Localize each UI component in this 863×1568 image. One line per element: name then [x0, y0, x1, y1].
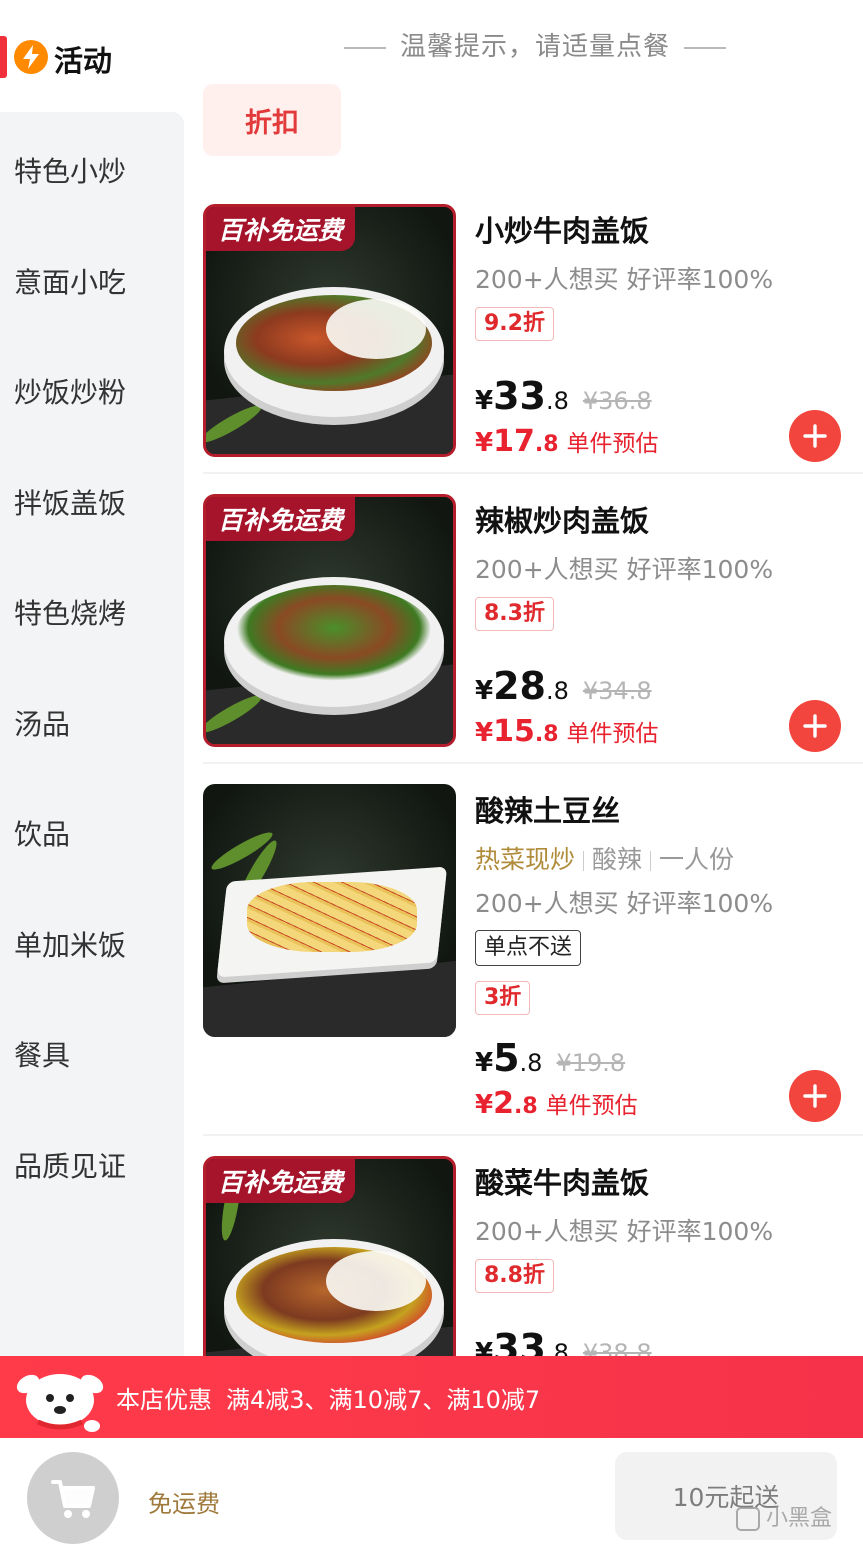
sidebar-item-rice-bowls[interactable]: 拌饭盖饭 [14, 482, 126, 522]
product-image: 百补免运费 [203, 1156, 456, 1356]
store-promo-bar[interactable]: 本店优惠 满4减3、满10减7、满10减7 [0, 1356, 863, 1438]
original-price: ¥36.8 [582, 387, 652, 415]
original-price: ¥34.8 [582, 677, 652, 705]
sidebar-item-special-stirfry[interactable]: 特色小炒 [14, 150, 126, 190]
product-attributes: 热菜现炒 酸辣 一人份 [475, 840, 734, 876]
product-card[interactable]: 百补免运费 小炒牛肉盖饭 200+人想买 好评率100% 9.2折 ¥33.8 ¥… [203, 204, 863, 474]
product-price: ¥33.8 ¥38.8 [475, 1326, 652, 1356]
plus-icon [803, 1084, 827, 1108]
sidebar-item-extra-rice[interactable]: 单加米饭 [14, 924, 126, 964]
attr-hot: 热菜现炒 [475, 845, 576, 874]
cart-button[interactable] [27, 1452, 119, 1544]
subsidy-badge: 百补免运费 [206, 207, 356, 251]
product-name: 酸辣土豆丝 [475, 794, 621, 828]
no-single-order-tag: 单点不送 [475, 930, 582, 966]
product-name: 酸菜牛肉盖饭 [475, 1166, 650, 1200]
product-image: 百补免运费 [203, 204, 456, 457]
divider [344, 46, 386, 49]
category-sidebar: 活动 特色小炒 意面小吃 炒饭炒粉 拌饭盖饭 特色烧烤 汤品 饮品 单加米饭 餐… [0, 0, 184, 1360]
attr-size: 一人份 [659, 845, 735, 874]
sidebar-item-label: 活动 [54, 44, 113, 78]
sidebar-item-tableware[interactable]: 餐具 [14, 1034, 70, 1074]
product-price: ¥5.8 ¥19.8 [475, 1036, 626, 1080]
discount-tag: 9.2折 [475, 307, 554, 341]
product-image: 百补免运费 [203, 494, 456, 747]
sidebar-item-activity[interactable]: 活动 [0, 0, 184, 112]
estimated-price: ¥15.8 单件预估 [475, 714, 659, 749]
activity-icon [14, 40, 48, 74]
sidebar-item-drinks[interactable]: 饮品 [14, 813, 70, 853]
attr-taste: 酸辣 [592, 845, 643, 874]
add-to-cart-button[interactable] [789, 700, 841, 752]
sidebar-item-pasta-snacks[interactable]: 意面小吃 [14, 261, 126, 301]
subsidy-badge: 百补免运费 [206, 497, 356, 541]
product-stats: 200+人想买 好评率100% [475, 555, 774, 584]
product-card[interactable]: 百补免运费 辣椒炒肉盖饭 200+人想买 好评率100% 8.3折 ¥28.8 ¥… [203, 494, 863, 764]
subsidy-badge: 百补免运费 [206, 1159, 356, 1203]
product-card[interactable]: 百补免运费 酸菜牛肉盖饭 200+人想买 好评率100% 8.8折 ¥33.8 ¥… [203, 1156, 863, 1356]
product-card[interactable]: 酸辣土豆丝 热菜现炒 酸辣 一人份 200+人想买 好评率100% 单点不送 3折 … [203, 784, 863, 1136]
original-price: ¥19.8 [556, 1049, 626, 1077]
product-price: ¥33.8 ¥36.8 [475, 374, 652, 418]
plus-icon [803, 714, 827, 738]
product-image [203, 784, 456, 1037]
sidebar-item-bbq[interactable]: 特色烧烤 [14, 592, 126, 632]
plus-icon [803, 424, 827, 448]
product-stats: 200+人想买 好评率100% [475, 1217, 774, 1246]
promo-text: 本店优惠 满4减3、满10减7、满10减7 [116, 1380, 540, 1415]
product-stats: 200+人想买 好评率100% [475, 889, 774, 918]
promo-label: 本店优惠 [116, 1386, 212, 1414]
product-name: 小炒牛肉盖饭 [475, 214, 650, 248]
discount-tag: 8.3折 [475, 597, 554, 631]
cart-icon [51, 1480, 95, 1518]
watermark: 小黑盒 [736, 1500, 832, 1532]
original-price: ¥38.8 [582, 1339, 652, 1356]
checkout-bar: 免运费 10元起送 小黑盒 [0, 1438, 863, 1568]
product-price: ¥28.8 ¥34.8 [475, 664, 652, 708]
mascot-icon [14, 1366, 106, 1436]
add-to-cart-button[interactable] [789, 410, 841, 462]
filter-tag-label: 折扣 [245, 107, 299, 139]
divider [684, 46, 727, 49]
estimated-price: ¥17.8 单件预估 [475, 424, 659, 459]
add-to-cart-button[interactable] [789, 1070, 841, 1122]
active-indicator [0, 36, 7, 78]
promo-offers: 满4减3、满10减7、满10减7 [226, 1386, 541, 1414]
filter-tag-discount[interactable]: 折扣 [203, 84, 341, 156]
sidebar-item-fried-rice[interactable]: 炒饭炒粉 [14, 371, 126, 411]
free-shipping-label: 免运费 [148, 1490, 220, 1518]
sidebar-item-soup[interactable]: 汤品 [14, 703, 70, 743]
sidebar-item-quality[interactable]: 品质见证 [14, 1145, 126, 1185]
product-stats: 200+人想买 好评率100% [475, 265, 774, 294]
estimated-price: ¥2.8 单件预估 [475, 1086, 638, 1121]
sidebar-list: 特色小炒 意面小吃 炒饭炒粉 拌饭盖饭 特色烧烤 汤品 饮品 单加米饭 餐具 品… [0, 112, 184, 1360]
discount-tag: 8.8折 [475, 1259, 554, 1293]
product-name: 辣椒炒肉盖饭 [475, 504, 650, 538]
discount-tag: 3折 [475, 981, 531, 1015]
order-tip: 温馨提示，请适量点餐 [330, 26, 740, 63]
watermark-logo-icon [736, 1507, 760, 1531]
